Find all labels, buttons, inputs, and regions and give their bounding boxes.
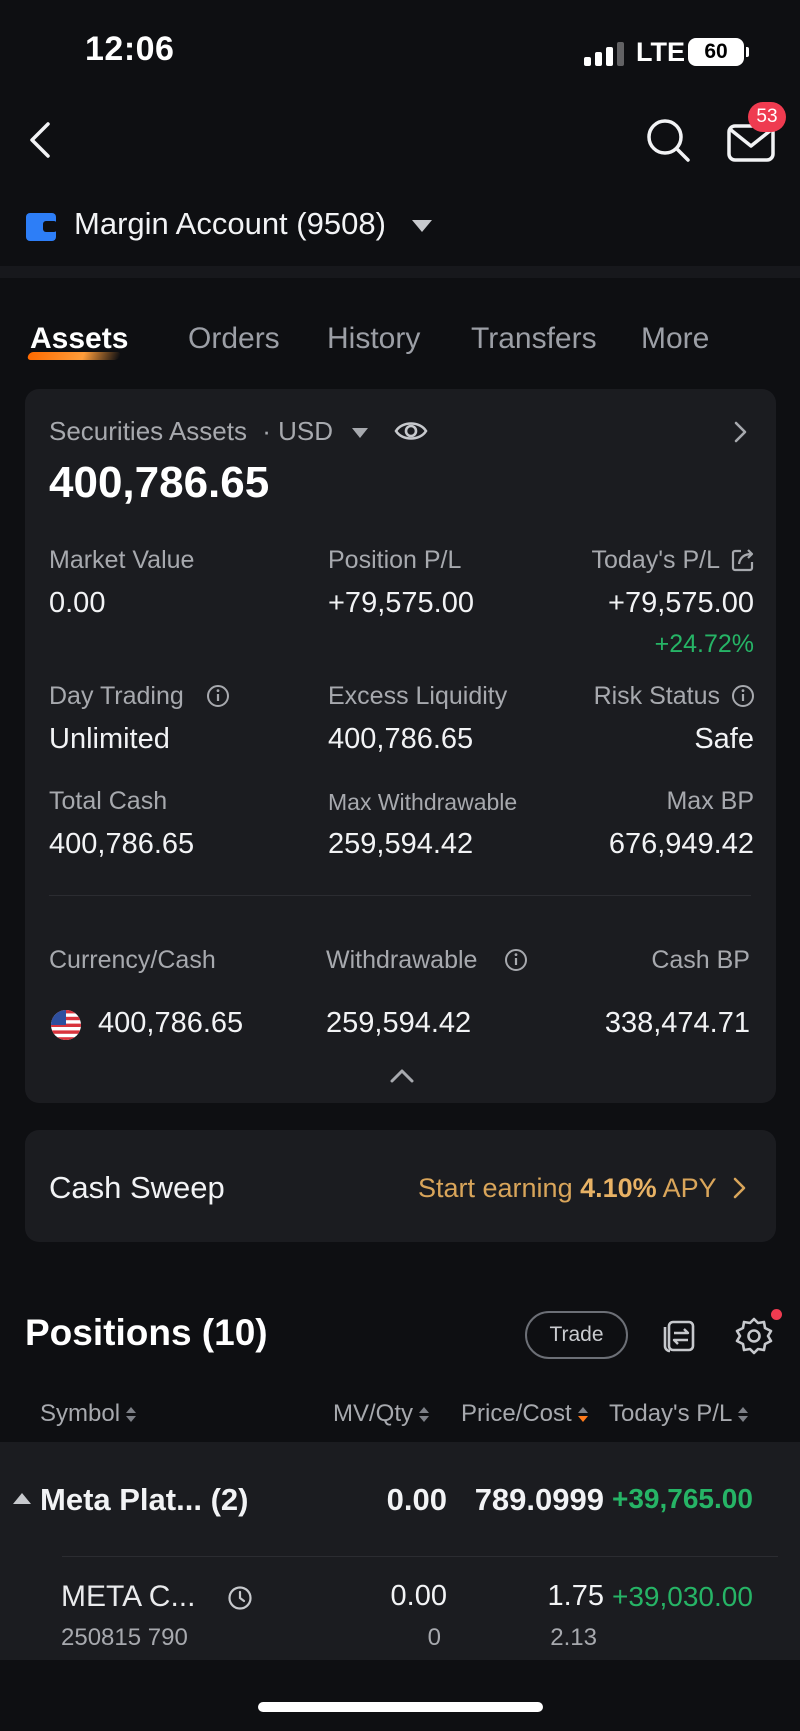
market-value-label: Market Value bbox=[49, 546, 195, 574]
column-mv-qty-label: MV/Qty bbox=[333, 1400, 414, 1427]
sort-icon bbox=[738, 1406, 749, 1422]
tab-orders[interactable]: Orders bbox=[188, 322, 280, 356]
chevron-right-icon[interactable] bbox=[728, 418, 752, 446]
notification-dot bbox=[771, 1309, 782, 1320]
chevron-right-icon[interactable] bbox=[728, 1174, 750, 1202]
row-divider bbox=[62, 1556, 778, 1557]
day-trading-value: Unlimited bbox=[49, 723, 170, 755]
tab-more[interactable]: More bbox=[641, 322, 709, 356]
total-assets-value: 400,786.65 bbox=[49, 458, 270, 507]
day-trading-label: Day Trading bbox=[49, 682, 184, 710]
column-todays-pl[interactable]: Today's P/L bbox=[609, 1400, 749, 1428]
info-icon[interactable] bbox=[504, 948, 528, 972]
tab-history[interactable]: History bbox=[327, 322, 420, 356]
status-time: 12:06 bbox=[85, 30, 175, 68]
position-group-name[interactable]: Meta Plat... (2) bbox=[40, 1482, 248, 1518]
card-divider bbox=[49, 895, 751, 896]
column-price-cost-label: Price/Cost bbox=[461, 1400, 572, 1427]
cash-bp-header: Cash BP bbox=[651, 946, 750, 974]
securities-assets-title: Securities Assets bbox=[49, 416, 247, 446]
tab-transfers[interactable]: Transfers bbox=[471, 322, 597, 356]
info-icon[interactable] bbox=[206, 684, 230, 708]
column-symbol[interactable]: Symbol bbox=[40, 1400, 137, 1428]
cash-sweep-title: Cash Sweep bbox=[49, 1170, 225, 1205]
excess-liquidity-value: 400,786.65 bbox=[328, 723, 474, 755]
todays-pl-percent: +24.72% bbox=[654, 630, 754, 658]
chevron-up-icon[interactable] bbox=[388, 1066, 416, 1086]
section-divider bbox=[0, 266, 800, 278]
battery-icon: 60 bbox=[688, 38, 749, 66]
gear-icon[interactable] bbox=[734, 1316, 774, 1356]
caret-down-icon[interactable] bbox=[412, 220, 432, 232]
max-bp-value: 676,949.42 bbox=[608, 828, 754, 860]
option-symbol[interactable]: META C... bbox=[61, 1580, 195, 1614]
share-icon[interactable] bbox=[730, 547, 756, 573]
todays-pl-value: +79,575.00 bbox=[608, 587, 754, 619]
risk-status-value: Safe bbox=[694, 723, 754, 755]
total-cash-value: 400,786.65 bbox=[49, 828, 195, 860]
cash-bp-value: 338,474.71 bbox=[604, 1007, 750, 1039]
securities-assets-label[interactable]: Securities Assets · USD bbox=[49, 416, 333, 447]
column-symbol-label: Symbol bbox=[40, 1400, 121, 1427]
max-withdrawable-label: Max Withdrawable bbox=[328, 789, 518, 815]
sort-icon bbox=[419, 1406, 430, 1422]
option-qty: 0 bbox=[427, 1624, 441, 1651]
group-todays-pl: +39,765.00 bbox=[612, 1483, 753, 1514]
apy-rate: 4.10% bbox=[580, 1173, 657, 1203]
swap-icon[interactable] bbox=[662, 1318, 698, 1354]
max-bp-label: Max BP bbox=[666, 787, 754, 815]
tab-assets[interactable]: Assets bbox=[30, 322, 128, 356]
us-flag-icon bbox=[51, 1010, 81, 1040]
column-price-cost[interactable]: Price/Cost bbox=[461, 1400, 588, 1428]
total-cash-label: Total Cash bbox=[49, 787, 168, 815]
position-pl-value: +79,575.00 bbox=[328, 587, 474, 619]
excess-liquidity-label: Excess Liquidity bbox=[328, 682, 508, 710]
mail-badge: 53 bbox=[748, 102, 786, 132]
sort-icon-active bbox=[577, 1406, 588, 1422]
risk-status-label: Risk Status bbox=[593, 682, 720, 710]
column-mv-qty[interactable]: MV/Qty bbox=[333, 1400, 430, 1428]
option-todays-pl: +39,030.00 bbox=[612, 1581, 753, 1612]
clock-icon bbox=[228, 1586, 252, 1610]
column-todays-pl-label: Today's P/L bbox=[609, 1400, 733, 1427]
market-value: 0.00 bbox=[49, 587, 106, 619]
eye-icon[interactable] bbox=[394, 414, 428, 448]
currency-caret-icon[interactable] bbox=[352, 428, 368, 438]
todays-pl-label: Today's P/L bbox=[591, 546, 720, 574]
back-arrow-icon[interactable] bbox=[22, 118, 66, 162]
option-contract: 250815 790 bbox=[61, 1624, 188, 1651]
withdrawable-header: Withdrawable bbox=[326, 946, 478, 974]
sort-icon bbox=[126, 1406, 137, 1422]
cta-suffix: APY bbox=[656, 1173, 717, 1203]
option-cost: 2.13 bbox=[550, 1624, 597, 1651]
group-count: (2) bbox=[210, 1482, 249, 1517]
network-type: LTE bbox=[636, 37, 685, 67]
info-icon[interactable] bbox=[731, 684, 755, 708]
withdrawable-value: 259,594.42 bbox=[326, 1007, 472, 1039]
account-selector[interactable]: Margin Account (9508) bbox=[74, 206, 386, 242]
currency-selector[interactable]: · USD bbox=[262, 416, 333, 446]
group-symbol: Meta Plat... bbox=[40, 1482, 202, 1517]
app-root: 12:06 LTE 60 53 Margin Account (9508) As… bbox=[0, 0, 800, 1731]
option-mv: 0.00 bbox=[390, 1580, 447, 1612]
currency-cash-header: Currency/Cash bbox=[49, 946, 216, 974]
max-withdrawable-value: 259,594.42 bbox=[328, 828, 474, 860]
search-icon[interactable] bbox=[644, 116, 692, 164]
cta-prefix: Start earning bbox=[418, 1173, 581, 1203]
collapse-caret-icon[interactable] bbox=[13, 1493, 31, 1504]
group-mv: 0.00 bbox=[386, 1482, 447, 1517]
account-wallet-icon bbox=[26, 213, 57, 241]
option-price: 1.75 bbox=[547, 1580, 604, 1612]
cash-sweep-cta[interactable]: Start earning 4.10% APY bbox=[418, 1173, 717, 1204]
signal-icon bbox=[584, 42, 624, 66]
group-price: 789.0999 bbox=[474, 1482, 604, 1517]
positions-title: Positions (10) bbox=[25, 1312, 268, 1353]
trade-button[interactable]: Trade bbox=[525, 1311, 628, 1359]
home-indicator[interactable] bbox=[258, 1702, 543, 1712]
currency-cash-value: 400,786.65 bbox=[98, 1007, 244, 1039]
position-pl-label: Position P/L bbox=[328, 546, 462, 574]
